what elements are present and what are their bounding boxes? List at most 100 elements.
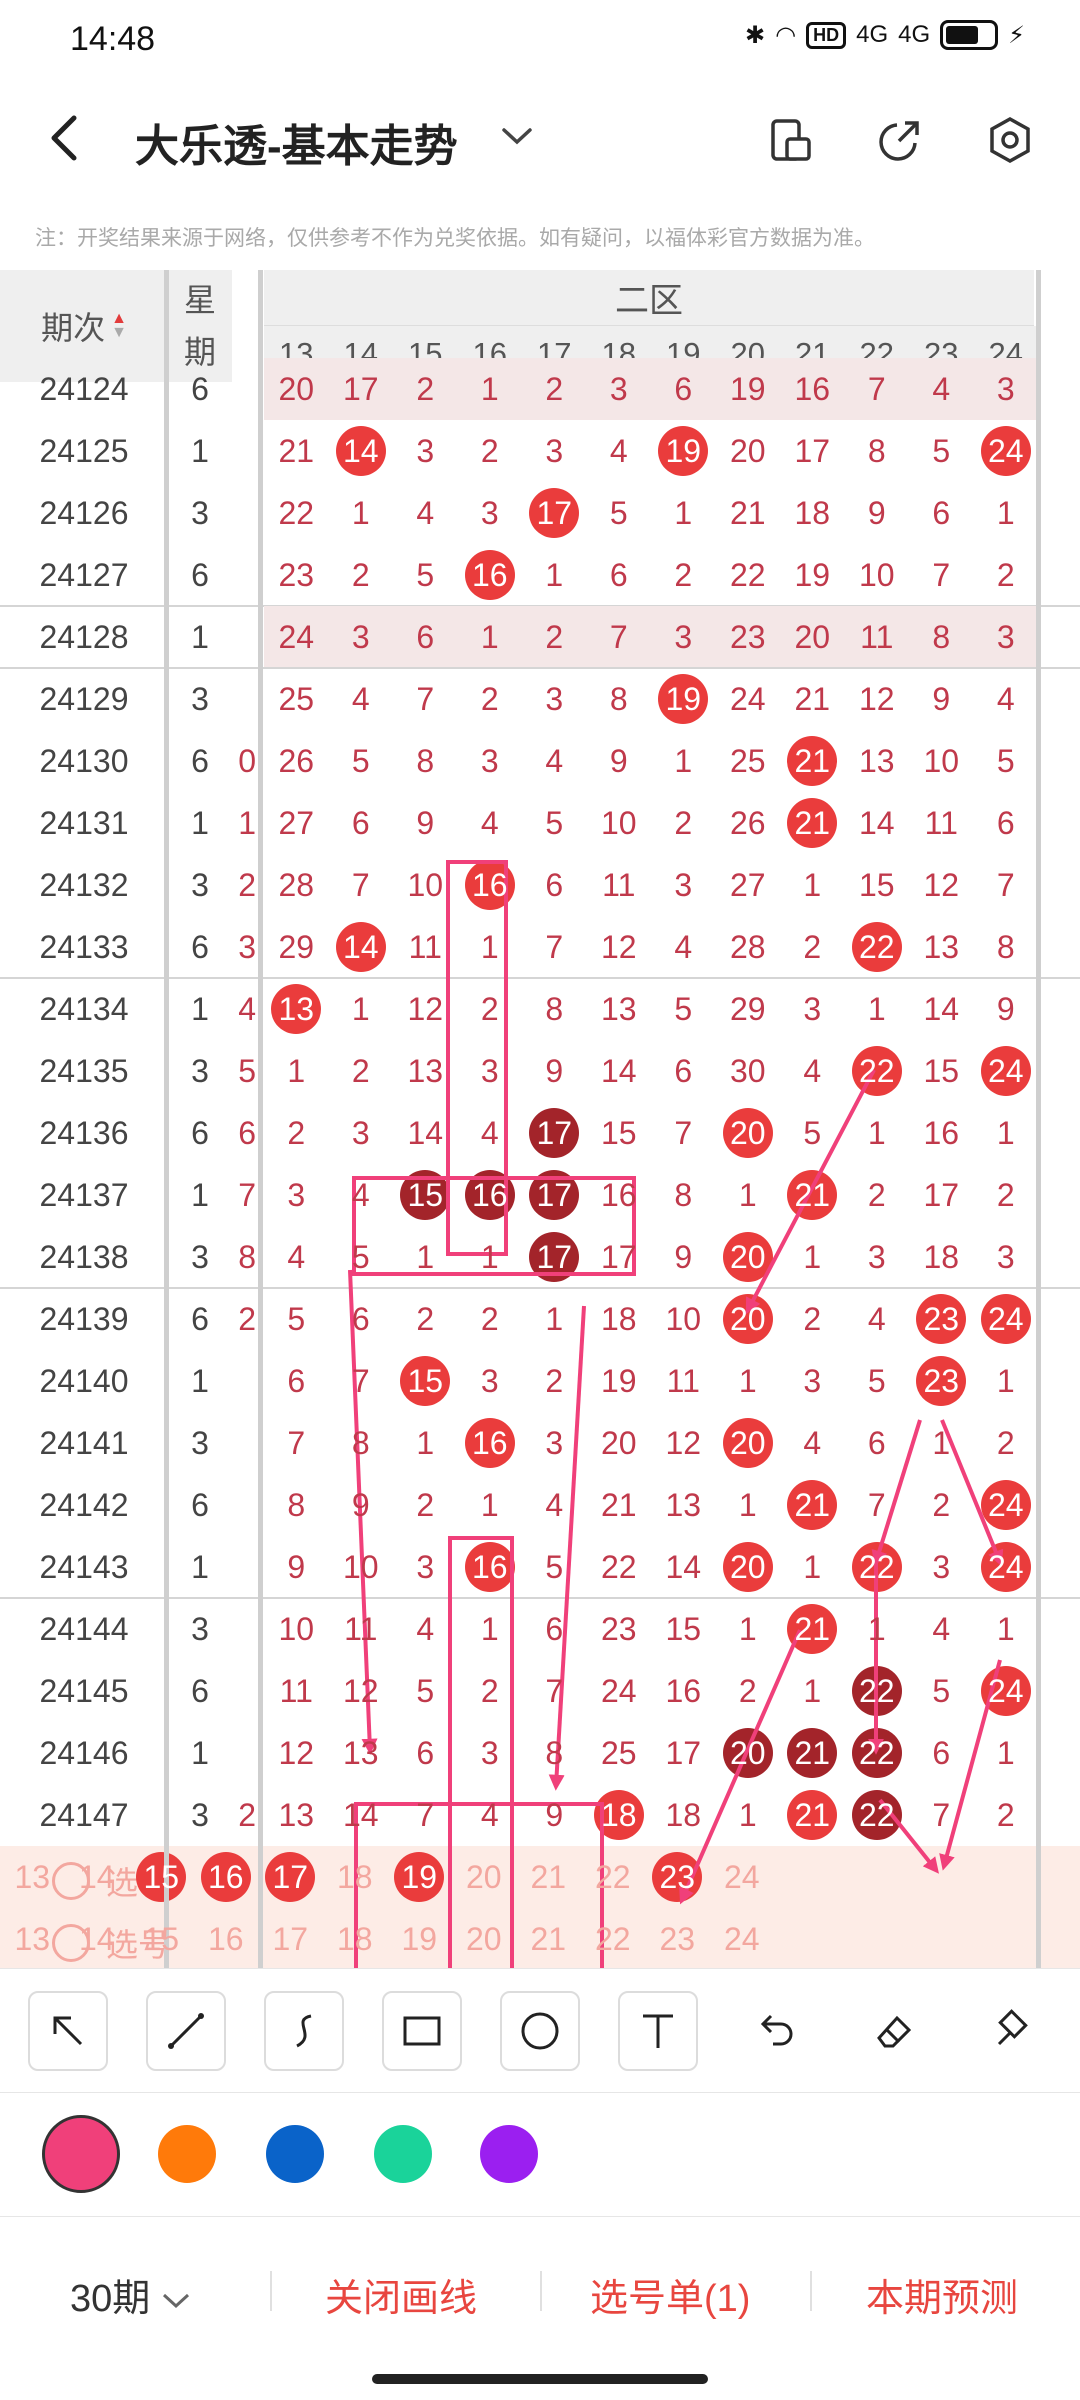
selectable-number[interactable]: 13 xyxy=(0,1908,65,1968)
selected-number-ball[interactable]: 23 xyxy=(645,1846,710,1908)
pick-row[interactable]: 选号 13 14 15 16 17 18 19 20 21 22 23 24 xyxy=(0,1908,1080,1968)
back-button[interactable] xyxy=(44,110,94,170)
cell-value: 4 xyxy=(480,1114,499,1151)
color-swatch[interactable] xyxy=(158,2125,216,2183)
circle-tool[interactable] xyxy=(500,1991,580,2071)
selectable-number[interactable]: 20 xyxy=(452,1908,517,1968)
selectable-number[interactable]: 16 xyxy=(194,1908,259,1968)
miss-count-cell: 2 xyxy=(974,1412,1039,1474)
selectable-number[interactable]: 21 xyxy=(516,1846,581,1908)
cell-value: 14 xyxy=(600,1052,637,1089)
undo-tool[interactable] xyxy=(736,1991,816,2071)
color-swatch[interactable] xyxy=(374,2125,432,2183)
selectable-number[interactable]: 19 xyxy=(387,1908,452,1968)
selectable-number[interactable]: 24 xyxy=(710,1908,775,1968)
cell-value: 7 xyxy=(609,618,628,655)
cell-value: 16 xyxy=(794,370,831,407)
cell-value: 11 xyxy=(860,618,894,655)
winning-number-ball: 24 xyxy=(974,1536,1039,1598)
color-swatch[interactable] xyxy=(266,2125,324,2183)
winning-number-ball: 22 xyxy=(845,916,910,978)
cell-value: 6 xyxy=(932,494,951,531)
period-count-selector[interactable]: 30期 xyxy=(70,2267,191,2322)
period-number: 24147 xyxy=(39,1796,129,1833)
rectangle-tool[interactable] xyxy=(382,1991,462,2071)
cell-value: 11 xyxy=(924,804,958,841)
cell-value: 18 xyxy=(794,494,831,531)
selectable-number[interactable]: 14 xyxy=(65,1846,130,1908)
selected-number-ball[interactable]: 19 xyxy=(387,1846,452,1908)
selectable-number[interactable]: 13 xyxy=(0,1846,65,1908)
bluetooth-icon: ✱ xyxy=(745,21,766,49)
selectable-number[interactable]: 20 xyxy=(452,1846,517,1908)
line-tool[interactable] xyxy=(146,1991,226,2071)
divider-right xyxy=(1036,270,1041,1968)
trend-grid[interactable]: 期次 ▲ ▼ 星 期 二区 13 14 15 16 17 18 19 20 21 22 23 24 24… xyxy=(0,270,1080,1968)
title-dropdown[interactable] xyxy=(500,118,534,157)
cell-value: 13 xyxy=(923,928,960,965)
selectable-number[interactable]: 24 xyxy=(710,1846,775,1908)
color-swatch[interactable] xyxy=(42,2115,120,2193)
arrow-tool[interactable] xyxy=(28,1991,108,2071)
miss-count-cell: 5 xyxy=(329,730,394,792)
text-tool[interactable] xyxy=(618,1991,698,2071)
settings-button[interactable] xyxy=(980,110,1040,170)
pick-list-button[interactable]: 选号单(1) xyxy=(590,2267,750,2322)
miss-count-cell: 1 xyxy=(845,1102,910,1164)
miss-count-cell: 1 xyxy=(974,1598,1039,1660)
predict-button[interactable]: 本期预测 xyxy=(866,2267,1018,2322)
miss-count-cell: 11 xyxy=(587,854,652,916)
miss-count-cell: 4 xyxy=(909,1598,974,1660)
miss-count-cell: 11 xyxy=(651,1350,716,1412)
cell-value: 5 xyxy=(932,432,951,469)
miss-count-cell: 1 xyxy=(522,544,587,606)
selectable-number[interactable]: 22 xyxy=(581,1846,646,1908)
selectable-number[interactable]: 17 xyxy=(258,1908,323,1968)
cell-value: 6 xyxy=(416,1734,435,1771)
selected-number-ball[interactable]: 17 xyxy=(258,1846,323,1908)
eraser-icon xyxy=(877,2015,912,2048)
selectable-number[interactable]: 22 xyxy=(581,1908,646,1968)
winning-number-ball: 15 xyxy=(393,1164,458,1226)
color-swatch[interactable] xyxy=(480,2125,538,2183)
cell-value: 4 xyxy=(351,1176,370,1213)
curve-tool[interactable] xyxy=(264,1991,344,2071)
cell-value: 9 xyxy=(416,804,435,841)
selectable-number[interactable]: 14 xyxy=(65,1908,130,1968)
miss-count-cell: 20 xyxy=(716,420,781,482)
share-icon xyxy=(879,121,919,161)
cell-value: 6 xyxy=(932,1734,951,1771)
cell-value: 4 xyxy=(416,1610,435,1647)
curve-icon xyxy=(296,2014,312,2048)
selectable-number[interactable]: 18 xyxy=(323,1908,388,1968)
miss-count-cell: 6 xyxy=(522,854,587,916)
selectable-number[interactable]: 15 xyxy=(129,1908,194,1968)
close-draw-button[interactable]: 关闭画线 xyxy=(325,2267,477,2322)
cell-value: 17 xyxy=(536,1114,573,1151)
cell-value: 11 xyxy=(408,928,442,965)
selected-number-ball[interactable]: 15 xyxy=(129,1846,194,1908)
weekday: 6 xyxy=(191,370,209,407)
miss-count-cell: 1 xyxy=(651,482,716,544)
clear-tool[interactable] xyxy=(972,1991,1052,2071)
cell-value: 10 xyxy=(665,1300,702,1337)
clipped-cell: 8 xyxy=(238,1238,256,1275)
selectable-number[interactable]: 23 xyxy=(645,1908,710,1968)
selectable-number[interactable]: 18 xyxy=(323,1846,388,1908)
cell-value: 23 xyxy=(729,618,766,655)
page-title[interactable]: 大乐透-基本走势 xyxy=(135,110,458,174)
eraser-tool[interactable] xyxy=(854,1991,934,2071)
weekday: 3 xyxy=(191,1238,209,1275)
miss-count-cell: 4 xyxy=(264,1226,329,1288)
share-button[interactable] xyxy=(870,110,930,170)
cell-value: 18 xyxy=(923,1238,960,1275)
cell-value: 20 xyxy=(729,1424,766,1461)
cell-value: 21 xyxy=(794,1734,831,1771)
pick-row[interactable]: 选号 13 14 15 16 17 18 19 20 21 22 23 24 xyxy=(0,1846,1080,1908)
winning-number-ball: 21 xyxy=(780,1722,845,1784)
miss-count-cell: 19 xyxy=(587,1350,652,1412)
selected-number-ball[interactable]: 16 xyxy=(194,1846,259,1908)
selectable-number[interactable]: 21 xyxy=(516,1908,581,1968)
rotate-screen-button[interactable] xyxy=(760,110,820,170)
cell-value: 8 xyxy=(351,1424,370,1461)
